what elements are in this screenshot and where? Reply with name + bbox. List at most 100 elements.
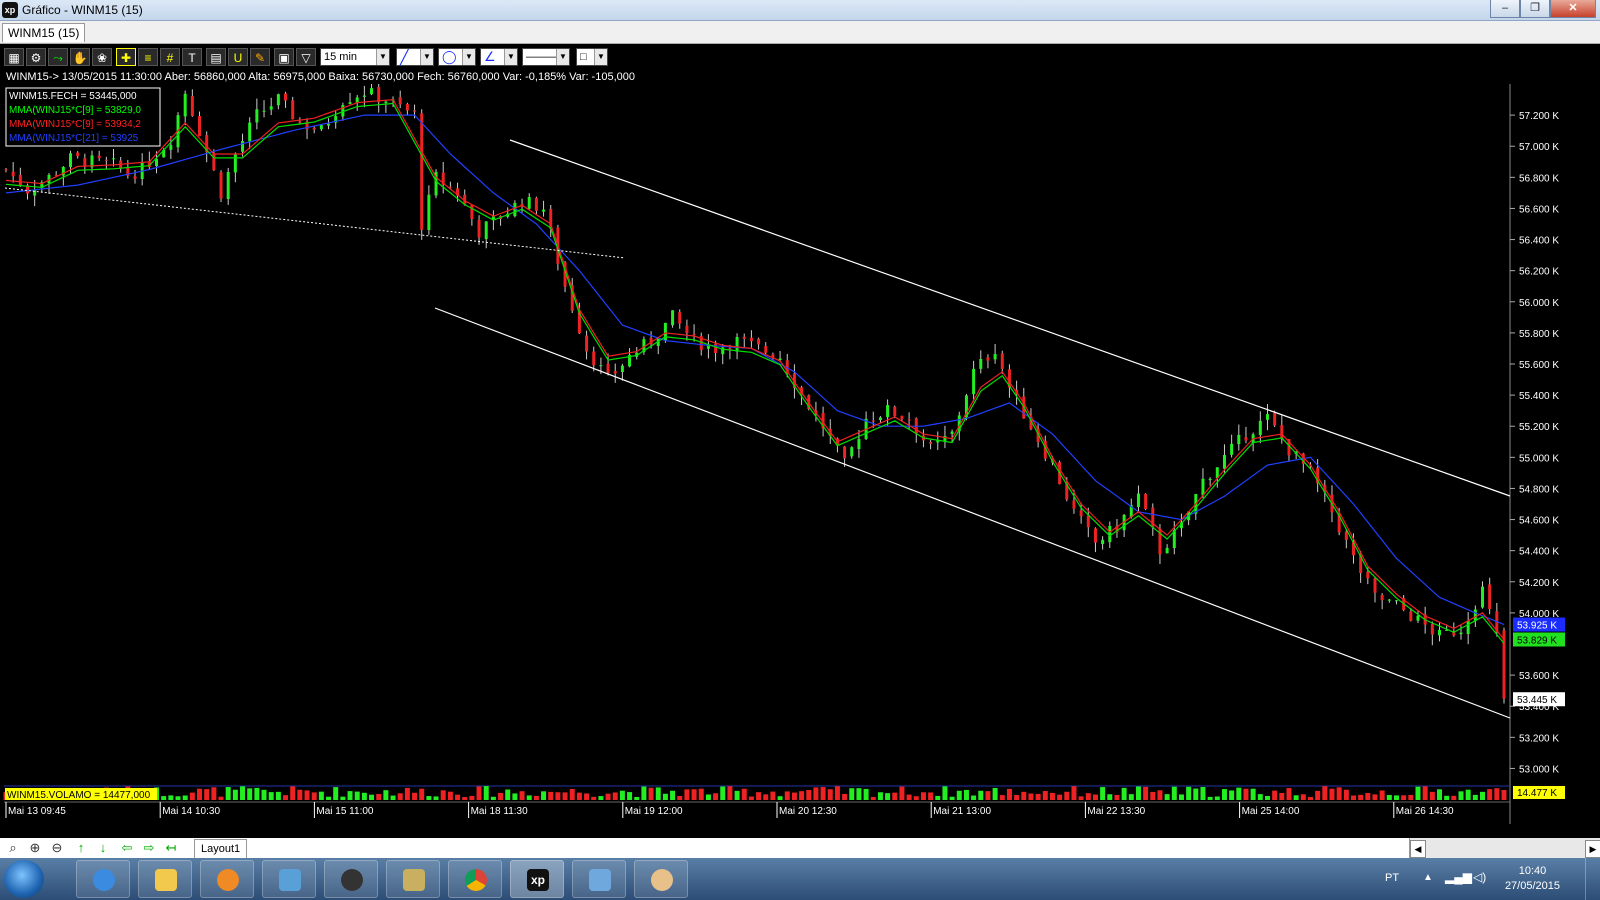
- horizontal-scrollbar[interactable]: ◀ ▶: [1409, 838, 1600, 858]
- scroll-up-button[interactable]: ↑: [72, 840, 90, 856]
- xp-app-icon[interactable]: xp: [2, 2, 18, 18]
- volume-bar: [483, 786, 489, 800]
- volume-bar: [304, 790, 310, 800]
- chart-type-button[interactable]: ▦: [4, 48, 24, 66]
- windows-start-icon[interactable]: [4, 860, 44, 898]
- volume-bar: [1135, 786, 1141, 800]
- taskbar-network-app[interactable]: [262, 860, 316, 898]
- volume-bar: [584, 793, 590, 800]
- color-select[interactable]: □ ▼: [576, 48, 608, 66]
- network-app-icon: [279, 869, 301, 891]
- line-tool-select[interactable]: ╱ ▼: [396, 48, 434, 66]
- ellipse-tool-select[interactable]: ◯ ▼: [438, 48, 476, 66]
- show-desktop-button[interactable]: [1585, 858, 1600, 900]
- volume-bar: [999, 795, 1005, 800]
- scroll-left-button[interactable]: ⇦: [118, 840, 136, 856]
- zoom-fit-button[interactable]: ❀: [92, 48, 112, 66]
- taskbar-media-player[interactable]: [200, 860, 254, 898]
- document-tab-bar: WINM15 (15): [0, 21, 1600, 44]
- text-tool-button[interactable]: T: [182, 48, 202, 66]
- filter-button[interactable]: ▽: [296, 48, 316, 66]
- volume-bar: [555, 792, 561, 800]
- magnet-button[interactable]: U: [228, 48, 248, 66]
- chart-type-icon: ▦: [8, 51, 20, 65]
- taskbar-xp[interactable]: xp: [510, 860, 564, 898]
- clipboard-button[interactable]: ▣: [274, 48, 294, 66]
- y-tick-label: 55.800 K: [1519, 329, 1559, 340]
- tab-winm15[interactable]: WINM15 (15): [2, 23, 86, 42]
- taskbar-paint[interactable]: [634, 860, 688, 898]
- scroll-left-arrow-icon[interactable]: ◀: [1410, 840, 1426, 858]
- scroll-down-button[interactable]: ↓: [94, 840, 112, 856]
- restore-button[interactable]: ❐: [1520, 0, 1550, 18]
- taskbar-chrome[interactable]: [448, 860, 502, 898]
- scroll-right-button[interactable]: ⇨: [140, 840, 158, 856]
- volume-bar: [1178, 794, 1184, 800]
- zoom-icon: ⌕: [9, 840, 17, 855]
- layout-tab[interactable]: Layout1: [194, 839, 248, 859]
- taskbar-explorer[interactable]: [138, 860, 192, 898]
- taskbar-photo-viewer[interactable]: [572, 860, 626, 898]
- indicator-button[interactable]: ⤳: [48, 48, 68, 66]
- volume-bar: [992, 787, 998, 800]
- volume-bar: [885, 793, 891, 800]
- clock[interactable]: 10:40 27/05/2015: [1505, 864, 1560, 894]
- volume-bar: [1021, 791, 1027, 800]
- zoom-in-button[interactable]: ⊕: [26, 840, 44, 856]
- volume-bar: [1458, 791, 1464, 800]
- left-arrow-icon: ⇦: [121, 840, 133, 855]
- volume-bar: [1164, 794, 1170, 800]
- taskbar-ie[interactable]: [76, 860, 130, 898]
- zoom-fit-icon: ❀: [96, 51, 108, 65]
- scroll-right-arrow-icon[interactable]: ▶: [1585, 840, 1600, 858]
- price-chart[interactable]: 57.200 K 57.000 K 56.800 K 56.600 K 56.400 K…: [0, 84, 1600, 838]
- volume-bar: [576, 792, 582, 800]
- volume-bar: [1207, 796, 1213, 800]
- back-button[interactable]: ↤: [162, 840, 180, 856]
- volume-bar: [655, 787, 661, 800]
- xp-app-icon: xp: [527, 869, 549, 891]
- language-indicator[interactable]: PT: [1385, 872, 1399, 884]
- gear-icon: ⚙: [30, 51, 42, 65]
- horizontal-lines-button[interactable]: ≡: [138, 48, 158, 66]
- volume-bar: [1472, 794, 1478, 800]
- show-hidden-icons-icon[interactable]: ▲: [1423, 872, 1433, 883]
- candle-body: [1258, 420, 1262, 436]
- volume-bar: [856, 788, 862, 800]
- volume-bar: [677, 795, 683, 800]
- network-signal-icon[interactable]: ▂▄▆: [1445, 870, 1472, 884]
- candle-body: [893, 406, 897, 417]
- volume-bar: [1451, 795, 1457, 800]
- ellipse-tool-icon: ◯: [442, 49, 457, 64]
- close-button[interactable]: ✕: [1550, 0, 1596, 18]
- calculator-button[interactable]: ▤: [206, 48, 226, 66]
- volume-bar: [1221, 789, 1227, 800]
- candle-body: [599, 365, 603, 367]
- taskbar-hp[interactable]: [324, 860, 378, 898]
- volume-bar: [1494, 788, 1500, 800]
- volume-bar: [211, 787, 217, 800]
- line-style-select[interactable]: ——— ▼: [522, 48, 570, 66]
- taskbar-secure-app[interactable]: [386, 860, 440, 898]
- candle-body: [183, 93, 187, 117]
- paint-button[interactable]: ✎: [250, 48, 270, 66]
- volume-bar: [204, 789, 210, 800]
- close-icon: ✕: [1568, 2, 1578, 14]
- candle-body: [1459, 632, 1463, 635]
- zoom-out-button[interactable]: ⊖: [48, 840, 66, 856]
- fibonacci-tool-select[interactable]: ∠ ▼: [480, 48, 518, 66]
- candle-body: [298, 121, 302, 123]
- settings-button[interactable]: ⚙: [26, 48, 46, 66]
- zoom-button[interactable]: ⌕: [4, 840, 22, 856]
- pan-button[interactable]: ✋: [70, 48, 90, 66]
- volume-tag-label: 14.477 K: [1517, 788, 1557, 799]
- interval-select[interactable]: 15 min ▼: [320, 48, 390, 66]
- minimize-button[interactable]: –: [1490, 0, 1520, 18]
- y-tick-label: 55.600 K: [1519, 360, 1559, 371]
- crosshair-button[interactable]: ✚: [116, 48, 136, 66]
- x-tick-label: Mai 21 13:00: [933, 806, 991, 817]
- grid-lines-button[interactable]: #: [160, 48, 180, 66]
- volume-icon[interactable]: ◁): [1473, 870, 1486, 884]
- candle-body: [1144, 493, 1148, 510]
- volume-bar: [1078, 796, 1084, 800]
